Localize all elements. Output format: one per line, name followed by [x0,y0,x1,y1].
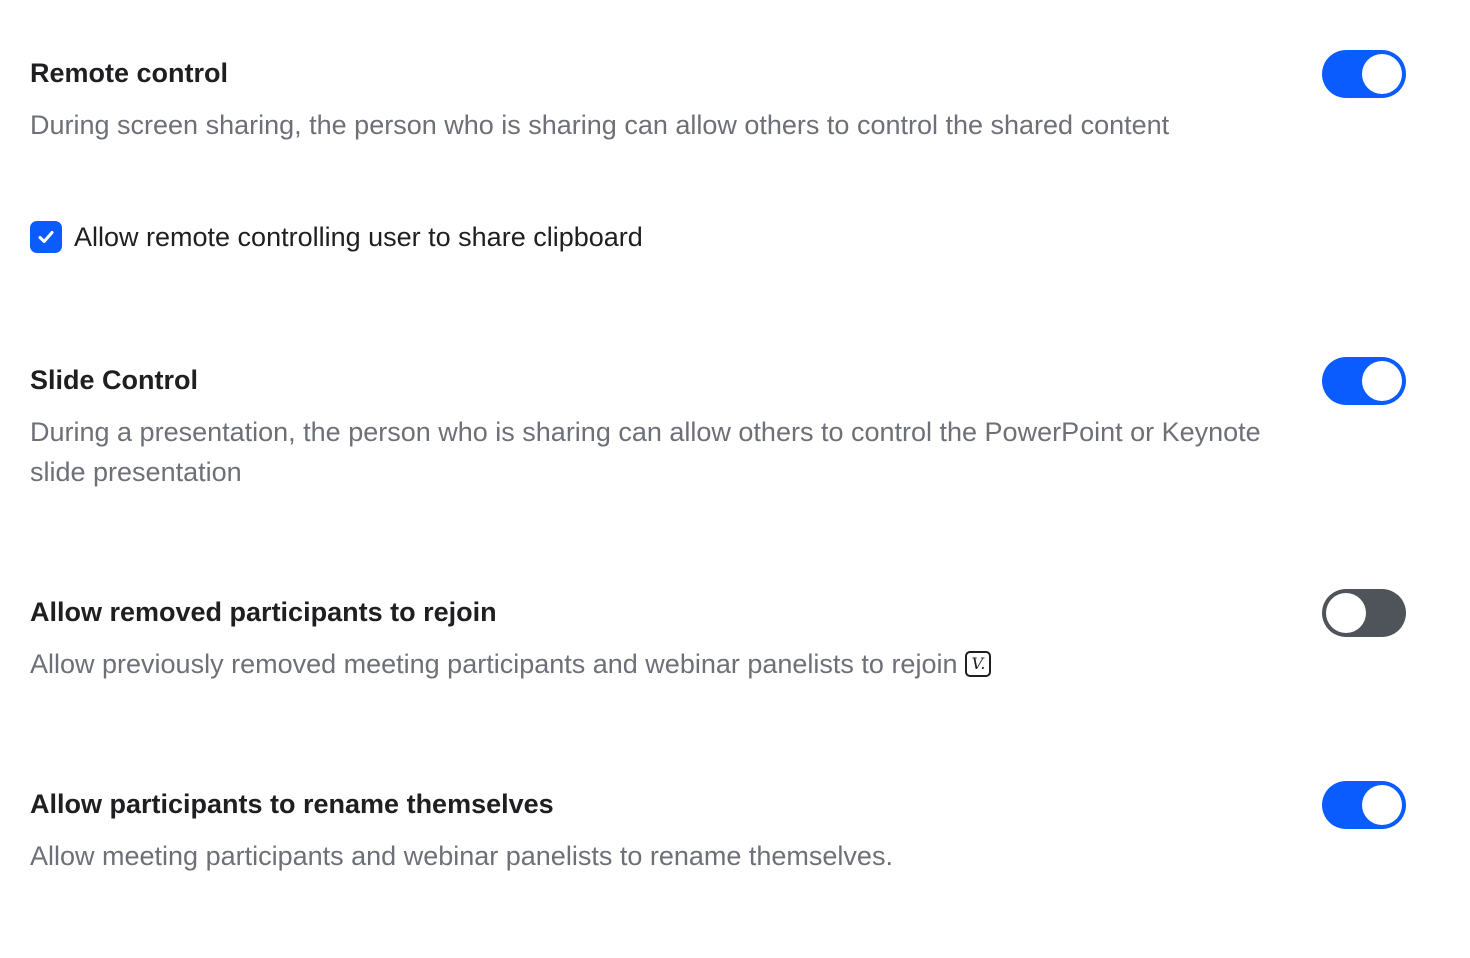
toggle-knob [1326,593,1366,633]
checkmark-icon [38,231,54,243]
share-clipboard-label: Allow remote controlling user to share c… [74,221,643,252]
toggle-slide-control[interactable] [1322,357,1406,405]
toggle-knob [1362,54,1402,94]
setting-description-allow-rejoin: Allow previously removed meeting partici… [30,644,1280,684]
toggle-knob [1362,361,1402,401]
setting-description-allow-rename: Allow meeting participants and webinar p… [30,841,893,871]
toggle-knob [1362,785,1402,825]
share-clipboard-checkbox[interactable] [30,221,62,253]
setting-title-slide-control: Slide Control [30,365,198,395]
setting-title-allow-rejoin: Allow removed participants to rejoin [30,597,497,627]
toggle-allow-rename[interactable] [1322,781,1406,829]
setting-title-remote-control: Remote control [30,58,229,88]
toggle-allow-rejoin[interactable] [1322,589,1406,637]
setting-description-text: Allow previously removed meeting partici… [30,649,958,679]
version-badge-icon: V. [965,650,992,677]
checkbox-row-share-clipboard[interactable]: Allow remote controlling user to share c… [30,221,643,253]
setting-title-allow-rename: Allow participants to rename themselves [30,789,554,819]
toggle-remote-control[interactable] [1322,50,1406,98]
setting-description-remote-control: During screen sharing, the person who is… [30,110,1170,140]
setting-description-slide-control: During a presentation, the person who is… [30,417,1261,487]
